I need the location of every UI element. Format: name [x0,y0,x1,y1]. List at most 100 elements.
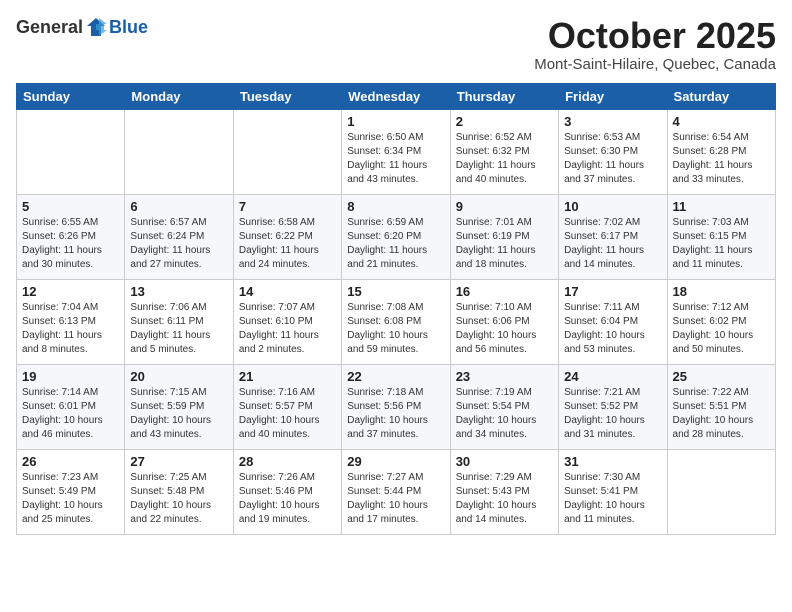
day-header-sunday: Sunday [17,83,125,109]
calendar-cell: 16Sunrise: 7:10 AM Sunset: 6:06 PM Dayli… [450,279,558,364]
cell-info: Sunrise: 6:57 AM Sunset: 6:24 PM Dayligh… [130,216,227,272]
cell-date: 9 [456,199,553,214]
calendar-cell: 17 Sunrise: 7:11 AM Sunset: 6:04 PM Dayli… [559,279,667,364]
cell-info: Sunrise: 7:03 AM Sunset: 6:15 PM Dayligh… [673,216,770,272]
cell-date: 21 [239,369,336,384]
cell-info: Sunrise: 7:02 AM Sunset: 6:17 PM Dayligh… [564,216,661,272]
cell-date: 13 [130,284,227,299]
calendar-cell [17,109,125,194]
calendar-cell: 15 Sunrise: 7:08 AM Sunset: 6:08 PM Dayli… [342,279,450,364]
cell-info: Sunrise: 6:54 AM Sunset: 6:28 PM Dayligh… [673,131,770,187]
calendar-cell: 22 Sunrise: 7:18 AM Sunset: 5:56 PM Dayli… [342,364,450,449]
cell-date: 28 [239,454,336,469]
calendar-cell: 18 Sunrise: 7:12 AM Sunset: 6:02 PM Dayli… [667,279,775,364]
title-block: October 2025 Mont-Saint-Hilaire, Quebec,… [534,16,776,73]
cell-info: Sunrise: 7:04 AM Sunset: 6:13 PM Dayligh… [22,301,119,357]
cell-date: 25 [673,369,770,384]
cell-date: 16 [456,284,553,299]
calendar-cell: 29 Sunrise: 7:27 AM Sunset: 5:44 PM Dayli… [342,449,450,534]
calendar-cell: 19 Sunrise: 7:14 AM Sunset: 6:01 PM Dayli… [17,364,125,449]
cell-date: 26 [22,454,119,469]
cell-date: 12 [22,284,119,299]
week-row-1: 1Sunrise: 6:50 AM Sunset: 6:34 PM Daylig… [17,109,776,194]
calendar-subtitle: Mont-Saint-Hilaire, Quebec, Canada [534,56,776,73]
cell-date: 19 [22,369,119,384]
cell-date: 17 [564,284,661,299]
cell-date: 24 [564,369,661,384]
cell-info: Sunrise: 7:07 AM Sunset: 6:10 PM Dayligh… [239,301,336,357]
cell-date: 5 [22,199,119,214]
cell-date: 18 [673,284,770,299]
calendar-cell: 10Sunrise: 7:02 AM Sunset: 6:17 PM Dayli… [559,194,667,279]
calendar-cell: 14 Sunrise: 7:07 AM Sunset: 6:10 PM Dayli… [233,279,341,364]
cell-info: Sunrise: 7:18 AM Sunset: 5:56 PM Dayligh… [347,386,444,442]
cell-date: 14 [239,284,336,299]
calendar-cell: 23 Sunrise: 7:19 AM Sunset: 5:54 PM Dayli… [450,364,558,449]
day-header-monday: Monday [125,83,233,109]
cell-date: 20 [130,369,227,384]
week-row-3: 12 Sunrise: 7:04 AM Sunset: 6:13 PM Dayli… [17,279,776,364]
cell-info: Sunrise: 7:27 AM Sunset: 5:44 PM Dayligh… [347,471,444,527]
cell-date: 22 [347,369,444,384]
cell-info: Sunrise: 6:58 AM Sunset: 6:22 PM Dayligh… [239,216,336,272]
day-header-friday: Friday [559,83,667,109]
week-row-2: 5Sunrise: 6:55 AM Sunset: 6:26 PM Daylig… [17,194,776,279]
calendar-cell: 31 Sunrise: 7:30 AM Sunset: 5:41 PM Dayli… [559,449,667,534]
cell-info: Sunrise: 7:23 AM Sunset: 5:49 PM Dayligh… [22,471,119,527]
cell-date: 4 [673,114,770,129]
calendar-cell: 20 Sunrise: 7:15 AM Sunset: 5:59 PM Dayli… [125,364,233,449]
cell-info: Sunrise: 7:11 AM Sunset: 6:04 PM Dayligh… [564,301,661,357]
calendar-cell: 6 Sunrise: 6:57 AM Sunset: 6:24 PM Daylig… [125,194,233,279]
calendar-cell: 3Sunrise: 6:53 AM Sunset: 6:30 PM Daylig… [559,109,667,194]
cell-date: 23 [456,369,553,384]
cell-info: Sunrise: 7:15 AM Sunset: 5:59 PM Dayligh… [130,386,227,442]
cell-info: Sunrise: 7:14 AM Sunset: 6:01 PM Dayligh… [22,386,119,442]
calendar-cell: 9 Sunrise: 7:01 AM Sunset: 6:19 PM Daylig… [450,194,558,279]
cell-info: Sunrise: 7:25 AM Sunset: 5:48 PM Dayligh… [130,471,227,527]
calendar-cell: 27Sunrise: 7:25 AM Sunset: 5:48 PM Dayli… [125,449,233,534]
day-header-saturday: Saturday [667,83,775,109]
day-header-row: SundayMondayTuesdayWednesdayThursdayFrid… [17,83,776,109]
cell-info: Sunrise: 7:22 AM Sunset: 5:51 PM Dayligh… [673,386,770,442]
calendar-cell: 8 Sunrise: 6:59 AM Sunset: 6:20 PM Daylig… [342,194,450,279]
calendar-cell: 5Sunrise: 6:55 AM Sunset: 6:26 PM Daylig… [17,194,125,279]
calendar-cell [125,109,233,194]
calendar-table: SundayMondayTuesdayWednesdayThursdayFrid… [16,83,776,535]
cell-info: Sunrise: 6:50 AM Sunset: 6:34 PM Dayligh… [347,131,444,187]
cell-date: 2 [456,114,553,129]
calendar-cell: 1Sunrise: 6:50 AM Sunset: 6:34 PM Daylig… [342,109,450,194]
day-header-tuesday: Tuesday [233,83,341,109]
cell-info: Sunrise: 6:59 AM Sunset: 6:20 PM Dayligh… [347,216,444,272]
week-row-5: 26 Sunrise: 7:23 AM Sunset: 5:49 PM Dayli… [17,449,776,534]
calendar-cell: 12 Sunrise: 7:04 AM Sunset: 6:13 PM Dayli… [17,279,125,364]
cell-info: Sunrise: 7:19 AM Sunset: 5:54 PM Dayligh… [456,386,553,442]
cell-info: Sunrise: 7:30 AM Sunset: 5:41 PM Dayligh… [564,471,661,527]
cell-date: 6 [130,199,227,214]
cell-date: 31 [564,454,661,469]
cell-date: 15 [347,284,444,299]
cell-date: 29 [347,454,444,469]
calendar-cell: 2 Sunrise: 6:52 AM Sunset: 6:32 PM Daylig… [450,109,558,194]
cell-info: Sunrise: 7:12 AM Sunset: 6:02 PM Dayligh… [673,301,770,357]
day-header-wednesday: Wednesday [342,83,450,109]
calendar-cell: 25 Sunrise: 7:22 AM Sunset: 5:51 PM Dayli… [667,364,775,449]
cell-info: Sunrise: 6:52 AM Sunset: 6:32 PM Dayligh… [456,131,553,187]
calendar-cell: 28Sunrise: 7:26 AM Sunset: 5:46 PM Dayli… [233,449,341,534]
cell-info: Sunrise: 7:08 AM Sunset: 6:08 PM Dayligh… [347,301,444,357]
calendar-cell: 4 Sunrise: 6:54 AM Sunset: 6:28 PM Daylig… [667,109,775,194]
cell-date: 30 [456,454,553,469]
cell-date: 8 [347,199,444,214]
cell-date: 11 [673,199,770,214]
cell-info: Sunrise: 7:21 AM Sunset: 5:52 PM Dayligh… [564,386,661,442]
calendar-cell: 21Sunrise: 7:16 AM Sunset: 5:57 PM Dayli… [233,364,341,449]
logo-icon [85,16,107,38]
logo-blue-text: Blue [109,17,148,38]
cell-date: 3 [564,114,661,129]
logo: General Blue [16,16,148,38]
calendar-cell: 30Sunrise: 7:29 AM Sunset: 5:43 PM Dayli… [450,449,558,534]
cell-info: Sunrise: 7:01 AM Sunset: 6:19 PM Dayligh… [456,216,553,272]
calendar-cell: 11 Sunrise: 7:03 AM Sunset: 6:15 PM Dayli… [667,194,775,279]
day-header-thursday: Thursday [450,83,558,109]
calendar-cell [233,109,341,194]
page-header: General Blue October 2025 Mont-Saint-Hil… [16,16,776,73]
